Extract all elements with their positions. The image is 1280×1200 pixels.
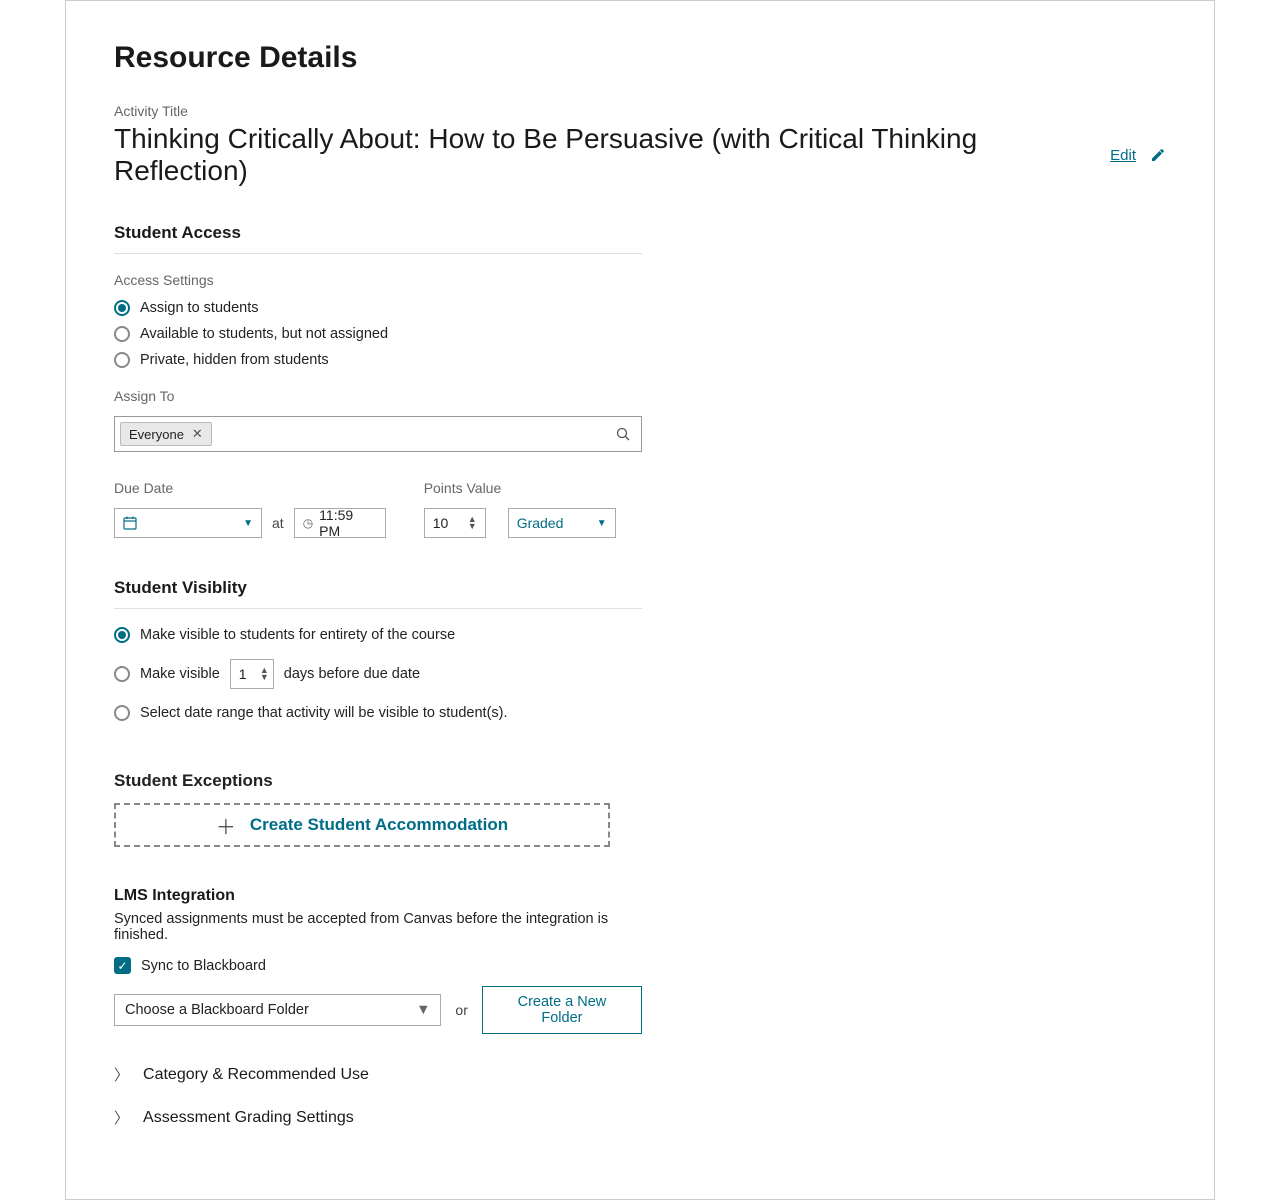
sync-label: Sync to Blackboard — [141, 958, 266, 974]
chip-remove-icon[interactable]: ✕ — [192, 426, 203, 442]
days-input[interactable]: 1 ▲▼ — [230, 659, 274, 689]
time-value: 11:59 PM — [319, 507, 377, 539]
radio-label: Available to students, but not assigned — [140, 326, 388, 342]
graded-select[interactable]: Graded ▼ — [508, 508, 616, 538]
radio-icon — [114, 352, 130, 368]
caret-down-icon: ▼ — [416, 1002, 430, 1018]
radio-icon — [114, 666, 130, 682]
radio-icon — [114, 300, 130, 316]
folder-placeholder: Choose a Blackboard Folder — [125, 1002, 309, 1018]
expand-grading[interactable]: 〉 Assessment Grading Settings — [114, 1107, 642, 1128]
chip-text: Everyone — [129, 427, 184, 442]
activity-title: Thinking Critically About: How to Be Per… — [114, 123, 1096, 187]
radio-icon — [114, 705, 130, 721]
spinner-icon[interactable]: ▲▼ — [260, 667, 269, 681]
radio-label-b: days before due date — [284, 666, 420, 682]
radio-label: Private, hidden from students — [140, 352, 329, 368]
radio-label: Make visible to students for entirety of… — [140, 627, 455, 643]
create-folder-button[interactable]: Create a New Folder — [482, 986, 642, 1034]
due-date-label: Due Date — [114, 480, 386, 496]
page-title: Resource Details — [114, 41, 1166, 75]
points-input[interactable]: 10 ▲▼ — [424, 508, 486, 538]
expand-label: Category & Recommended Use — [143, 1066, 369, 1084]
chevron-right-icon: 〉 — [114, 1064, 129, 1085]
or-label: or — [455, 1002, 467, 1018]
lms-desc: Synced assignments must be accepted from… — [114, 911, 642, 943]
points-value: 10 — [433, 515, 449, 531]
days-value: 1 — [239, 666, 247, 682]
checkbox-checked-icon: ✓ — [114, 957, 131, 974]
access-settings-label: Access Settings — [114, 272, 642, 288]
plus-icon: ＋ — [216, 811, 236, 840]
pencil-icon[interactable] — [1150, 147, 1166, 163]
radio-icon — [114, 627, 130, 643]
caret-down-icon: ▼ — [243, 518, 253, 529]
folder-select[interactable]: Choose a Blackboard Folder ▼ — [114, 994, 441, 1026]
lms-header: LMS Integration — [114, 887, 642, 905]
calendar-icon — [123, 516, 137, 530]
assign-to-label: Assign To — [114, 388, 642, 404]
assign-to-input[interactable]: Everyone ✕ — [114, 416, 642, 452]
points-label: Points Value — [424, 480, 616, 496]
radio-visible-days[interactable]: Make visible 1 ▲▼ days before due date — [114, 659, 642, 689]
time-picker[interactable]: ◷ 11:59 PM — [294, 508, 386, 538]
radio-assign[interactable]: Assign to students — [114, 300, 642, 316]
radio-available[interactable]: Available to students, but not assigned — [114, 326, 642, 342]
radio-label-a: Make visible — [140, 666, 220, 682]
create-accommodation-button[interactable]: ＋ Create Student Accommodation — [114, 803, 610, 847]
clock-icon: ◷ — [303, 516, 313, 530]
at-label: at — [272, 515, 284, 531]
activity-title-label: Activity Title — [114, 103, 1166, 119]
sync-checkbox-row[interactable]: ✓ Sync to Blackboard — [114, 957, 642, 974]
expand-category[interactable]: 〉 Category & Recommended Use — [114, 1064, 642, 1085]
create-accommodation-label: Create Student Accommodation — [250, 815, 508, 835]
due-date-picker[interactable]: ▼ — [114, 508, 262, 538]
radio-label: Select date range that activity will be … — [140, 705, 508, 721]
student-access-header: Student Access — [114, 223, 642, 254]
radio-visible-range[interactable]: Select date range that activity will be … — [114, 705, 642, 721]
graded-value: Graded — [517, 515, 564, 531]
caret-down-icon: ▼ — [597, 518, 607, 529]
radio-private[interactable]: Private, hidden from students — [114, 352, 642, 368]
spinner-icon[interactable]: ▲▼ — [468, 516, 477, 530]
access-radio-group: Assign to students Available to students… — [114, 300, 642, 368]
everyone-chip: Everyone ✕ — [120, 422, 212, 446]
expand-label: Assessment Grading Settings — [143, 1109, 354, 1127]
chevron-right-icon: 〉 — [114, 1107, 129, 1128]
search-icon[interactable] — [616, 427, 631, 442]
radio-label: Assign to students — [140, 300, 259, 316]
radio-visible-entirety[interactable]: Make visible to students for entirety of… — [114, 627, 642, 643]
edit-link[interactable]: Edit — [1110, 147, 1136, 164]
radio-icon — [114, 326, 130, 342]
visibility-header: Student Visiblity — [114, 578, 642, 609]
exceptions-header: Student Exceptions — [114, 771, 642, 791]
